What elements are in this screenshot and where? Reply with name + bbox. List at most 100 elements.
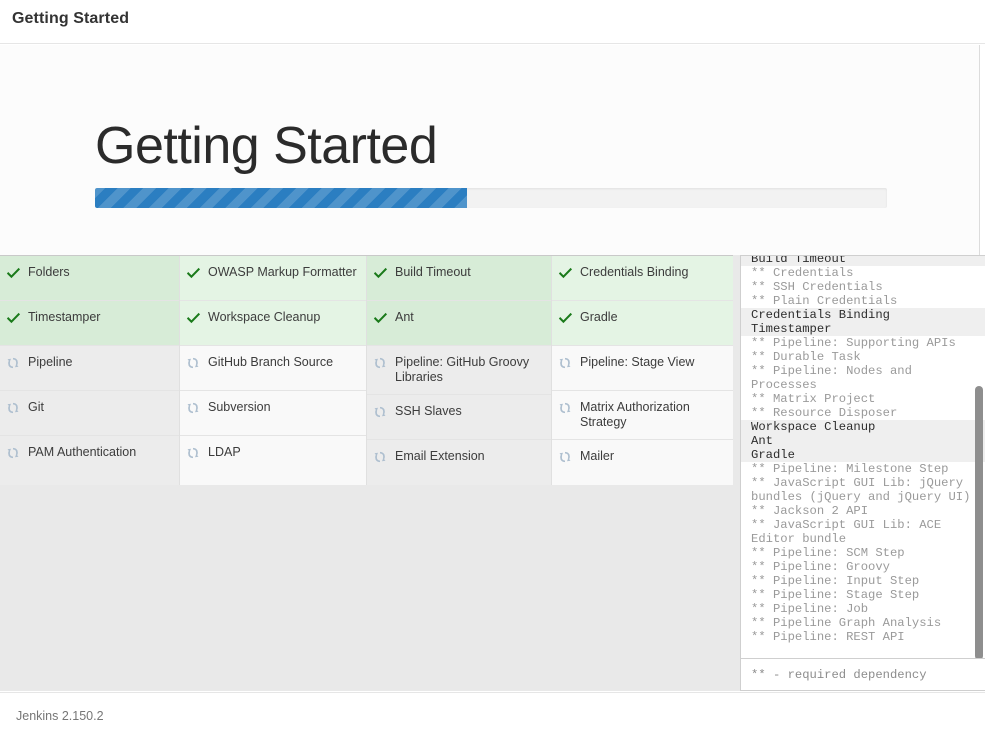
check-icon: [557, 310, 574, 326]
check-icon: [185, 265, 202, 281]
plugin-status-cell: GitHub Branch Source: [180, 346, 366, 391]
log-dependency-line: ** Pipeline: Milestone Step: [741, 462, 985, 476]
plugin-status-cell: Build Timeout: [367, 256, 551, 301]
plugin-status-cell: Folders: [0, 256, 179, 301]
log-plugin-line: Gradle: [741, 448, 985, 462]
plugin-status-grid: Folders Timestamper Pipeline Git PAM Authent…: [0, 255, 733, 483]
refresh-icon: [5, 445, 22, 461]
log-dependency-line: ** Pipeline: Job: [741, 602, 985, 616]
plugin-grid-column: OWASP Markup Formatter Workspace Cleanup G…: [180, 256, 367, 485]
plugin-status-cell: Mailer: [552, 440, 733, 485]
jenkins-version-label: Jenkins 2.150.2: [16, 709, 104, 723]
refresh-icon: [372, 404, 389, 420]
app-header: Getting Started: [0, 0, 985, 44]
plugin-status-cell: Matrix Authorization Strategy: [552, 391, 733, 440]
log-plugin-line: Timestamper: [741, 322, 985, 336]
plugin-status-cell: OWASP Markup Formatter: [180, 256, 366, 301]
install-log-list: Token MacroBuild Timeout** Credentials**…: [741, 256, 985, 644]
log-dependency-line: ** Resource Disposer: [741, 406, 985, 420]
log-dependency-line: ** Matrix Project: [741, 392, 985, 406]
log-dependency-line: ** Plain Credentials: [741, 294, 985, 308]
plugin-grid-column: Build Timeout Ant Pipeline: GitHub Groovy …: [367, 256, 552, 485]
install-progress-fill: [95, 188, 467, 208]
plugin-status-cell: LDAP: [180, 436, 366, 481]
plugin-name-label: Email Extension: [395, 449, 543, 464]
plugin-name-label: Pipeline: GitHub Groovy Libraries: [395, 355, 543, 385]
log-dependency-line: ** Pipeline: SCM Step: [741, 546, 985, 560]
log-dependency-line: ** Pipeline: REST API: [741, 630, 985, 644]
refresh-icon: [185, 355, 202, 371]
log-dependency-line: ** Durable Task: [741, 350, 985, 364]
log-plugin-line: Build Timeout: [741, 256, 985, 266]
log-dependency-line: ** Pipeline: Stage Step: [741, 588, 985, 602]
log-scrollbar-track[interactable]: [975, 258, 983, 658]
plugin-status-cell: Pipeline: [0, 346, 179, 391]
refresh-icon: [185, 400, 202, 416]
check-icon: [372, 310, 389, 326]
plugin-name-label: Credentials Binding: [580, 265, 725, 280]
plugin-name-label: Timestamper: [28, 310, 171, 325]
install-content-row: Folders Timestamper Pipeline Git PAM Authent…: [0, 255, 980, 691]
plugin-grid-column: Credentials Binding Gradle Pipeline: Stage…: [552, 256, 733, 485]
log-scrollbar-thumb[interactable]: [975, 386, 983, 660]
check-icon: [557, 265, 574, 281]
plugin-name-label: Gradle: [580, 310, 725, 325]
app-footer: Jenkins 2.150.2: [0, 692, 985, 743]
install-progress-bar: [95, 188, 887, 208]
main-panel: Getting Started Folders Timestamper Pipeli…: [0, 45, 980, 691]
log-dependency-line: ** Jackson 2 API: [741, 504, 985, 518]
refresh-icon: [372, 355, 389, 371]
plugin-name-label: PAM Authentication: [28, 445, 171, 460]
log-dependency-line: ** Credentials: [741, 266, 985, 280]
log-dependency-line: ** JavaScript GUI Lib: ACE Editor bundle: [741, 518, 985, 546]
refresh-icon: [557, 400, 574, 416]
plugin-status-cell: Pipeline: GitHub Groovy Libraries: [367, 346, 551, 395]
plugin-status-cell: Git: [0, 391, 179, 436]
install-log-panel: Token MacroBuild Timeout** Credentials**…: [740, 255, 985, 691]
log-dependency-line: ** SSH Credentials: [741, 280, 985, 294]
install-log-scroll-area[interactable]: Token MacroBuild Timeout** Credentials**…: [741, 256, 985, 660]
app-header-title: Getting Started: [12, 10, 129, 28]
log-plugin-line: Ant: [741, 434, 985, 448]
refresh-icon: [372, 449, 389, 465]
log-dependency-line: ** Pipeline Graph Analysis: [741, 616, 985, 630]
plugin-status-cell: Workspace Cleanup: [180, 301, 366, 346]
plugin-name-label: Folders: [28, 265, 171, 280]
refresh-icon: [185, 445, 202, 461]
log-dependency-line: ** Pipeline: Supporting APIs: [741, 336, 985, 350]
plugin-status-cell: Ant: [367, 301, 551, 346]
check-icon: [185, 310, 202, 326]
plugin-name-label: GitHub Branch Source: [208, 355, 358, 370]
plugin-status-cell: Pipeline: Stage View: [552, 346, 733, 391]
check-icon: [5, 310, 22, 326]
plugin-name-label: Workspace Cleanup: [208, 310, 358, 325]
plugin-status-cell: Gradle: [552, 301, 733, 346]
plugin-status-cell: PAM Authentication: [0, 436, 179, 481]
refresh-icon: [557, 449, 574, 465]
plugin-status-cell: Email Extension: [367, 440, 551, 485]
plugin-status-cell: Credentials Binding: [552, 256, 733, 301]
plugin-name-label: Ant: [395, 310, 543, 325]
plugin-name-label: Build Timeout: [395, 265, 543, 280]
plugin-name-label: Pipeline: Stage View: [580, 355, 725, 370]
log-dependency-line: ** Pipeline: Nodes and Processes: [741, 364, 985, 392]
check-icon: [5, 265, 22, 281]
log-legend: ** - required dependency: [741, 658, 985, 690]
plugin-name-label: LDAP: [208, 445, 358, 460]
log-dependency-line: ** Pipeline: Groovy: [741, 560, 985, 574]
getting-started-page: Getting Started Getting Started Folders T…: [0, 0, 985, 743]
plugin-name-label: Git: [28, 400, 171, 415]
log-plugin-line: Workspace Cleanup: [741, 420, 985, 434]
refresh-icon: [5, 355, 22, 371]
log-dependency-line: ** Pipeline: Input Step: [741, 574, 985, 588]
refresh-icon: [5, 400, 22, 416]
plugin-status-cell: SSH Slaves: [367, 395, 551, 440]
page-title: Getting Started: [95, 120, 437, 172]
plugin-name-label: Mailer: [580, 449, 725, 464]
plugin-name-label: SSH Slaves: [395, 404, 543, 419]
check-icon: [372, 265, 389, 281]
plugin-status-cell: Subversion: [180, 391, 366, 436]
log-dependency-line: ** JavaScript GUI Lib: jQuery bundles (j…: [741, 476, 985, 504]
plugin-status-cell: Timestamper: [0, 301, 179, 346]
plugin-name-label: OWASP Markup Formatter: [208, 265, 358, 280]
